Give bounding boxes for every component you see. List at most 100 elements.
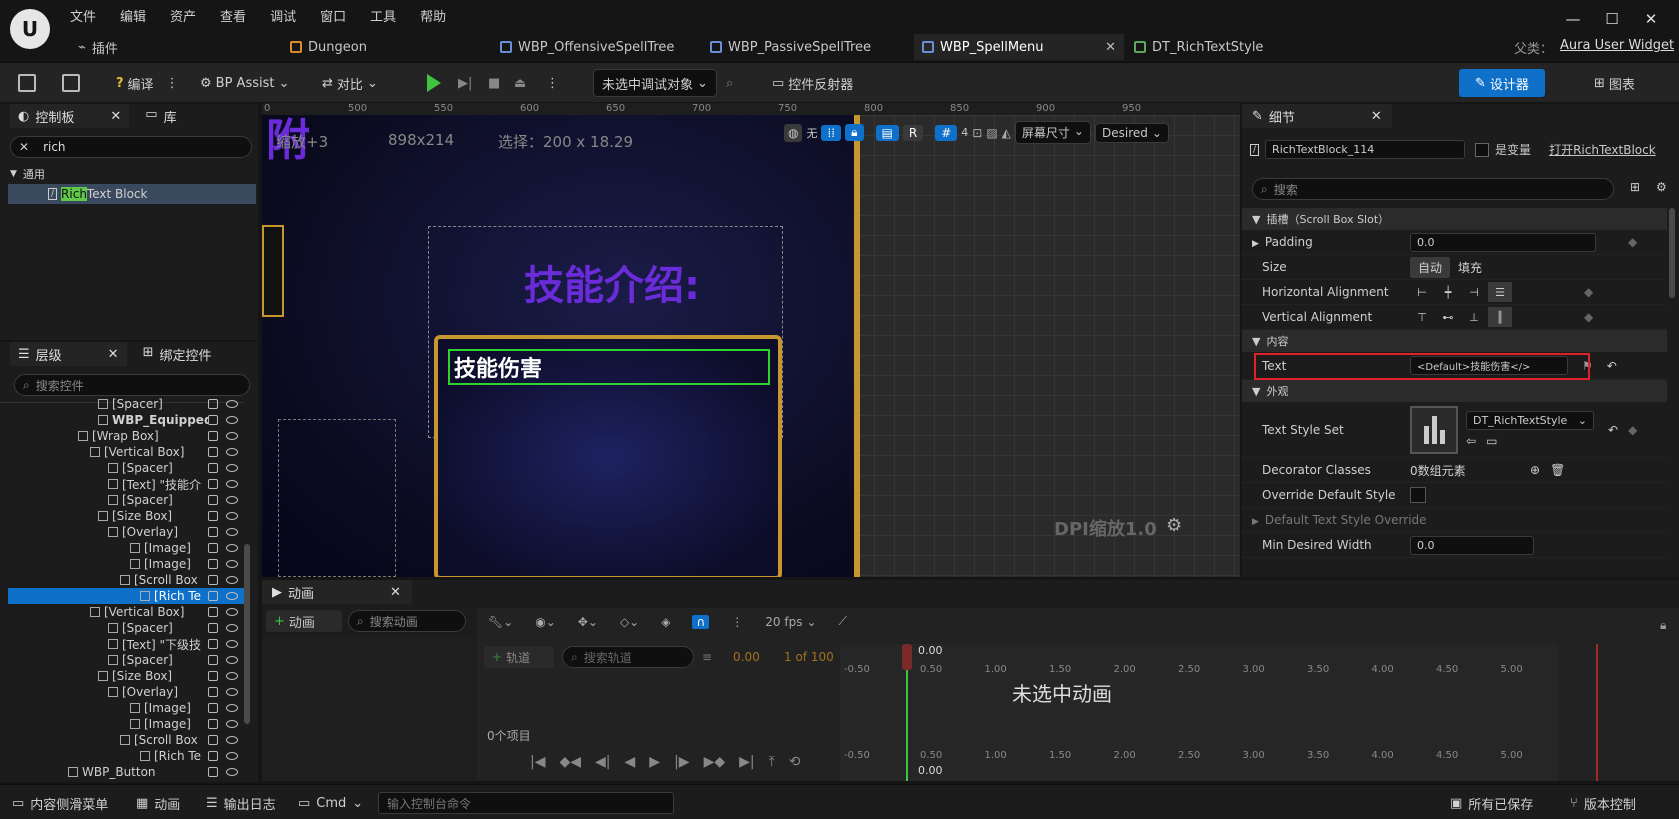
widget-name-input[interactable]: RichTextBlock_114 <box>1265 140 1466 159</box>
magnet-icon[interactable]: ∩ <box>692 614 710 629</box>
dpi-settings-icon[interactable]: ⚙ <box>1166 515 1182 536</box>
hierarchy-tab[interactable]: ☰ 层级 ✕ <box>10 342 127 366</box>
hierarchy-row[interactable]: [Scroll Box <box>8 572 244 588</box>
add-animation-button[interactable]: + 动画 <box>266 610 342 632</box>
tab-offensive-spell-tree[interactable]: WBP_OffensiveSpellTree <box>492 34 692 60</box>
slot-section-header[interactable]: ▼ 插槽（Scroll Box Slot） <box>1242 208 1667 230</box>
playhead-handle[interactable] <box>902 644 912 670</box>
default-override-label[interactable]: ▶ Default Text Style Override <box>1242 513 1442 527</box>
browse-button[interactable] <box>62 69 80 97</box>
lock-icon[interactable] <box>208 463 218 473</box>
close-icon[interactable]: ✕ <box>108 347 119 362</box>
bind-widgets-tab[interactable]: ⊞ 绑定控件 <box>143 345 212 364</box>
stop-button[interactable]: ■ <box>488 69 500 97</box>
triangle-icon[interactable]: ◭ <box>1002 126 1011 140</box>
align-right-icon[interactable]: ⊣ <box>1462 282 1486 302</box>
lock-icon[interactable] <box>208 527 218 537</box>
play-icon[interactable]: ▶ <box>649 754 660 770</box>
visibility-icon[interactable] <box>226 512 238 520</box>
appearance-section-header[interactable]: ▼ 外观 <box>1242 380 1667 402</box>
visibility-icon[interactable] <box>226 752 238 760</box>
hierarchy-row[interactable]: [Overlay] <box>8 524 244 540</box>
hierarchy-row[interactable]: [Spacer] <box>8 460 244 476</box>
hierarchy-row[interactable]: [Spacer] <box>8 396 244 412</box>
size-auto-button[interactable]: 自动 <box>1410 256 1451 278</box>
visibility-icon[interactable] <box>226 544 238 552</box>
is-variable-checkbox[interactable] <box>1475 142 1490 157</box>
open-rich-text-link[interactable]: 打开RichTextBlock <box>1549 141 1656 158</box>
wrench-icon[interactable]: 🔧︎⌄ <box>488 615 513 629</box>
lock-icon[interactable] <box>208 575 218 585</box>
eye-icon[interactable]: ◉⌄ <box>535 615 556 629</box>
animation-status-button[interactable]: ▦ 动画 <box>136 793 180 813</box>
more-options-icon[interactable]: ⋮ <box>731 615 743 629</box>
graph-mode-button[interactable]: ⊞ 图表 <box>1594 69 1635 97</box>
visibility-icon[interactable] <box>226 416 238 424</box>
cmd-select[interactable]: ▭ Cmd ⌄ <box>298 793 363 813</box>
hierarchy-row[interactable]: [Image] <box>8 556 244 572</box>
widget-reflector-button[interactable]: ▭ 控件反射器 <box>772 69 853 97</box>
hierarchy-row[interactable]: [Wrap Box] <box>8 428 244 444</box>
debug-search-button[interactable]: ⌕ <box>726 69 733 97</box>
hierarchy-row[interactable]: [Rich Te <box>8 588 244 604</box>
visibility-icon[interactable] <box>226 400 238 408</box>
selected-rich-text-block[interactable]: 技能伤害 <box>448 349 770 385</box>
details-tab[interactable]: ✎ 细节 ✕ <box>1242 104 1392 128</box>
lock-icon[interactable] <box>208 447 218 457</box>
close-icon[interactable]: ✕ <box>1371 109 1382 124</box>
reset-icon[interactable]: ◆ <box>1628 235 1637 249</box>
lock-icon[interactable] <box>208 559 218 569</box>
lock-icon[interactable] <box>208 687 218 697</box>
reset-icon[interactable]: ◆ <box>1584 285 1593 299</box>
hierarchy-row[interactable]: [Image] <box>8 716 244 732</box>
r-toggle[interactable]: R <box>902 124 924 141</box>
close-icon[interactable]: ✕ <box>110 109 121 124</box>
close-window-button[interactable]: ✕ <box>1636 10 1666 30</box>
play-reverse-icon[interactable]: ◀ <box>625 754 636 770</box>
visibility-icon[interactable] <box>226 608 238 616</box>
reset-icon[interactable]: ◆ <box>1628 423 1637 437</box>
unreal-logo[interactable]: U <box>10 9 50 49</box>
hierarchy-row[interactable]: [Size Box] <box>8 668 244 684</box>
outline-icon[interactable]: ⊡ <box>972 126 982 140</box>
details-scrollbar[interactable] <box>1669 208 1675 298</box>
lock-icon[interactable] <box>208 639 218 649</box>
screen-size-select[interactable]: 屏幕尺寸 ⌄ <box>1014 121 1091 144</box>
visibility-icon[interactable] <box>226 672 238 680</box>
visibility-icon[interactable] <box>226 448 238 456</box>
menu-tools[interactable]: 工具 <box>358 6 408 25</box>
menu-help[interactable]: 帮助 <box>408 6 458 25</box>
content-section-header[interactable]: ▼ 内容 <box>1242 330 1667 352</box>
delete-icon[interactable]: 🗑︎ <box>1550 463 1565 477</box>
lock-icon[interactable] <box>208 431 218 441</box>
palette-category-common[interactable]: ▼ 通用 <box>10 166 45 182</box>
lock-icon[interactable] <box>208 479 218 489</box>
revert-icon[interactable]: ↶ <box>1608 423 1618 437</box>
lock-icon[interactable]: 🔒︎ <box>1660 618 1666 633</box>
hierarchy-row[interactable]: [Spacer] <box>8 492 244 508</box>
visibility-icon[interactable] <box>226 464 238 472</box>
align-left-icon[interactable]: ⊢ <box>1410 282 1434 302</box>
console-input[interactable]: 输入控制台命令 <box>378 792 674 814</box>
override-checkbox[interactable] <box>1410 487 1426 503</box>
layout-icon[interactable]: ▤ <box>875 124 899 141</box>
save-button[interactable] <box>18 69 36 97</box>
visibility-icon[interactable] <box>226 480 238 488</box>
palette-search-input[interactable]: ✕ rich <box>10 136 252 158</box>
visibility-icon[interactable] <box>226 656 238 664</box>
hierarchy-row[interactable]: [Vertical Box] <box>8 604 244 620</box>
lock-icon[interactable] <box>208 655 218 665</box>
designer-canvas[interactable]: 0 500 550 600 650 700 750 800 850 900 95… <box>262 103 1240 577</box>
details-search-input[interactable]: ⌕ 搜索 <box>1252 178 1614 200</box>
lock-icon[interactable] <box>208 703 218 713</box>
hierarchy-row[interactable]: [Rich Te <box>8 748 244 764</box>
reset-icon[interactable]: ◆ <box>1584 310 1593 324</box>
compile-button[interactable]: ? 编译 ⋮ <box>116 69 179 97</box>
align-bottom-icon[interactable]: ⊥ <box>1462 307 1486 327</box>
lock-icon[interactable] <box>208 399 218 409</box>
hierarchy-row[interactable]: WBP_EquippedS <box>8 412 244 428</box>
hierarchy-row[interactable]: [Image] <box>8 540 244 556</box>
hierarchy-row[interactable]: [Overlay] <box>8 684 244 700</box>
hierarchy-row[interactable]: [Scroll Box <box>8 732 244 748</box>
plugin-tab[interactable]: ⌁ 插件 <box>70 34 260 60</box>
